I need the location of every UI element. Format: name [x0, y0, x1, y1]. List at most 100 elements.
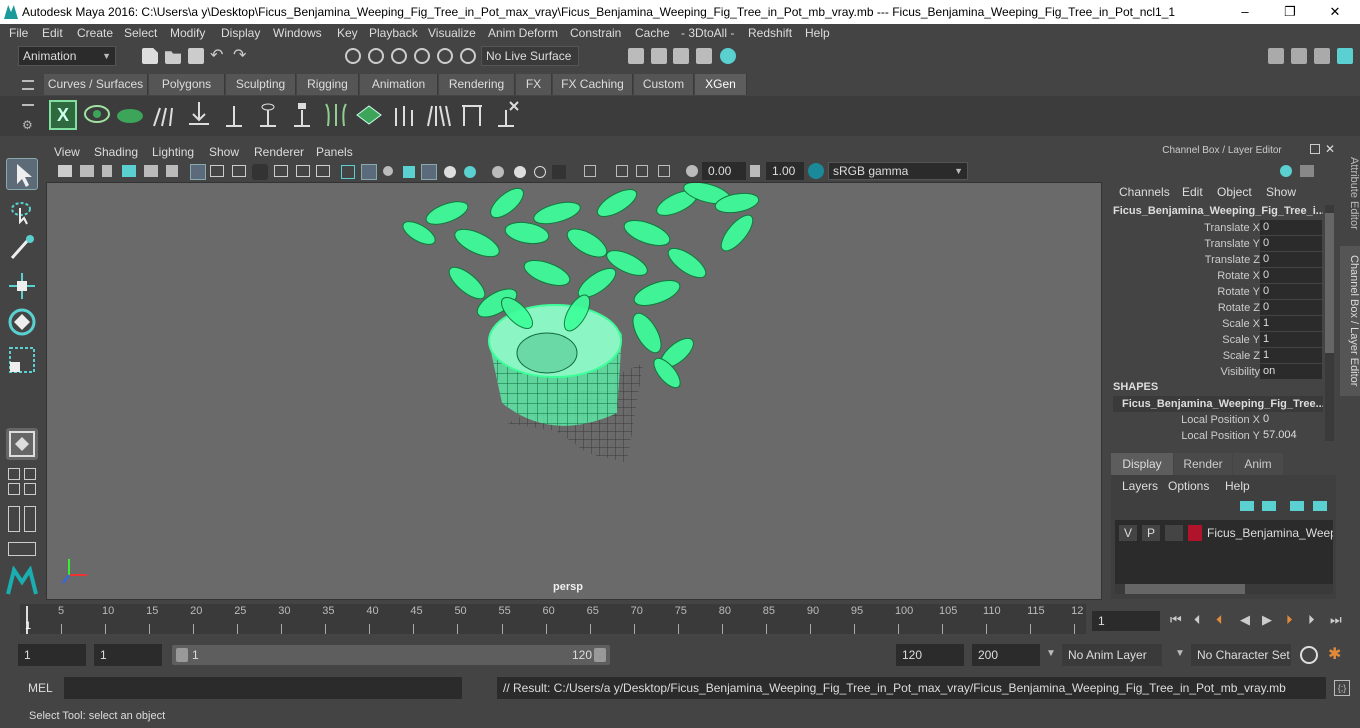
layer-menu-options[interactable]: Options	[1168, 479, 1209, 493]
shelf-tab-curves-surfaces[interactable]: Curves / Surfaces	[44, 74, 148, 95]
channel-value[interactable]: 57.004	[1260, 428, 1322, 443]
speed-icon[interactable]	[1300, 165, 1314, 177]
manipulator-icon[interactable]	[1280, 165, 1292, 177]
shelf-menu-icon[interactable]	[22, 80, 34, 90]
safe-title-icon[interactable]	[316, 165, 330, 177]
render-frame-icon[interactable]	[651, 48, 667, 64]
gamma-field[interactable]: 1.00	[766, 162, 804, 180]
workspace-channelbox-icon[interactable]	[1337, 48, 1353, 64]
step-forward-icon[interactable]: ⏵	[1308, 612, 1315, 628]
channel-row[interactable]: Local Position Y 57.004	[1110, 428, 1322, 444]
scrollbar-thumb[interactable]	[1125, 584, 1245, 594]
cb-menu-object[interactable]: Object	[1217, 185, 1252, 199]
scale-tool-icon[interactable]	[6, 344, 38, 376]
play-backwards-icon[interactable]: ◀	[1240, 612, 1250, 628]
new-empty-layer-icon[interactable]	[1290, 501, 1304, 511]
layer-playback-toggle[interactable]: P	[1142, 525, 1160, 541]
four-view-layout-icon[interactable]	[8, 468, 20, 480]
channel-value[interactable]: 0	[1260, 268, 1322, 283]
mel-command-input[interactable]	[64, 677, 462, 699]
channel-row[interactable]: Scale Z1	[1110, 348, 1322, 364]
channel-value[interactable]: 0	[1260, 252, 1322, 267]
go-to-start-icon[interactable]: ⏮	[1170, 612, 1182, 628]
xgen-guide-visibility-icon[interactable]	[254, 100, 282, 130]
paint-select-tool-icon[interactable]	[6, 232, 38, 264]
xgen-attach-icon[interactable]	[458, 100, 486, 130]
layer-name[interactable]: Ficus_Benjamina_Weepir	[1207, 526, 1333, 540]
channel-value[interactable]: 1	[1260, 348, 1322, 363]
layer-hscrollbar[interactable]	[1115, 584, 1333, 594]
shelf-tab-custom[interactable]: Custom	[634, 74, 694, 95]
shelf-tab-animation[interactable]: Animation	[360, 74, 438, 95]
select-tool-icon[interactable]	[6, 158, 38, 190]
channel-value[interactable]: 0	[1260, 220, 1322, 235]
xgen-editor-icon[interactable]: X	[49, 100, 77, 130]
wireframe-on-shaded-icon[interactable]	[383, 166, 393, 176]
redo-icon[interactable]: ↷	[233, 48, 249, 64]
xgen-sculpt-icon[interactable]	[390, 100, 418, 130]
select-by-hierarchy-icon[interactable]	[345, 48, 361, 64]
close-button[interactable]: ✕	[1312, 0, 1358, 24]
render-settings-icon[interactable]	[628, 48, 644, 64]
xgen-delete-icon[interactable]	[492, 100, 520, 130]
channel-value[interactable]: 0	[1260, 236, 1322, 251]
animation-preferences-icon[interactable]: ✱	[1328, 646, 1346, 664]
select-by-component-icon[interactable]	[391, 48, 407, 64]
depth-of-field-icon[interactable]	[552, 165, 566, 179]
panel-menu-panels[interactable]: Panels	[316, 145, 353, 159]
xgen-guide-add-icon[interactable]	[150, 100, 178, 130]
workspace-modeling-icon[interactable]	[1268, 48, 1284, 64]
image-plane-icon[interactable]	[122, 165, 136, 177]
textured-icon[interactable]	[403, 166, 415, 178]
snap-point-icon[interactable]	[460, 48, 476, 64]
bookmark-icon[interactable]	[102, 165, 112, 177]
hypershade-icon[interactable]	[720, 48, 736, 64]
menu-cache[interactable]: Cache	[635, 26, 670, 40]
channel-value[interactable]: 0	[1260, 412, 1322, 427]
scene-end-field[interactable]: 200	[972, 644, 1040, 666]
channel-row[interactable]: Rotate X0	[1110, 268, 1322, 284]
channel-row[interactable]: Visibility on	[1110, 364, 1322, 380]
panel-menu-show[interactable]: Show	[209, 145, 239, 159]
shelf-tab-rigging[interactable]: Rigging	[297, 74, 359, 95]
move-layer-up-icon[interactable]	[1240, 501, 1254, 511]
channel-value[interactable]: 0	[1260, 300, 1322, 315]
shelf-tab-sculpting[interactable]: Sculpting	[226, 74, 296, 95]
lasso-tool-icon[interactable]	[6, 196, 38, 228]
panel-close-icon[interactable]: ✕	[1325, 142, 1335, 156]
menu-anim-deform[interactable]: Anim Deform	[488, 26, 558, 40]
smooth-shade-icon[interactable]	[361, 164, 377, 180]
anti-aliasing-icon[interactable]	[534, 166, 546, 178]
xgen-guide-lock-icon[interactable]	[288, 100, 316, 130]
playback-end-field[interactable]: 120	[896, 644, 964, 666]
shelf-tab-rendering[interactable]: Rendering	[439, 74, 515, 95]
live-surface-field[interactable]: No Live Surface	[481, 46, 579, 66]
select-camera-icon[interactable]	[58, 165, 72, 177]
auto-key-icon[interactable]	[1300, 646, 1318, 664]
2d-pan-zoom-icon[interactable]	[144, 165, 158, 177]
layer-menu-help[interactable]: Help	[1225, 479, 1250, 493]
cb-menu-show[interactable]: Show	[1266, 185, 1296, 199]
maximize-button[interactable]: ❐	[1267, 0, 1313, 24]
channel-box-scrollbar[interactable]	[1325, 205, 1334, 441]
perspective-viewport[interactable]: persp	[46, 182, 1102, 600]
channel-row[interactable]: Translate Z0	[1110, 252, 1322, 268]
channel-row[interactable]: Local Position X0	[1110, 412, 1322, 428]
xgen-preview-icon[interactable]	[83, 100, 111, 130]
step-forward-key-icon[interactable]: ⏵	[1286, 612, 1293, 628]
default-lighting-icon[interactable]	[421, 164, 437, 180]
move-tool-icon[interactable]	[6, 270, 38, 302]
persp-graph-layout-icon[interactable]	[8, 483, 20, 495]
rotate-tool-icon[interactable]	[6, 306, 38, 338]
single-perspective-layout-icon[interactable]	[6, 428, 38, 460]
panel-menu-renderer[interactable]: Renderer	[254, 145, 304, 159]
panel-toggle-icon[interactable]	[24, 506, 36, 532]
character-set-dropdown[interactable]: No Character Set	[1191, 644, 1291, 666]
save-scene-icon[interactable]	[188, 48, 204, 64]
layer-tab-display[interactable]: Display	[1111, 453, 1173, 475]
xgen-grass-icon[interactable]	[322, 100, 350, 130]
select-by-object-icon[interactable]	[368, 48, 384, 64]
panel-menu-shading[interactable]: Shading	[94, 145, 138, 159]
menu-windows[interactable]: Windows	[273, 26, 322, 40]
channel-row[interactable]: Scale X1	[1110, 316, 1322, 332]
